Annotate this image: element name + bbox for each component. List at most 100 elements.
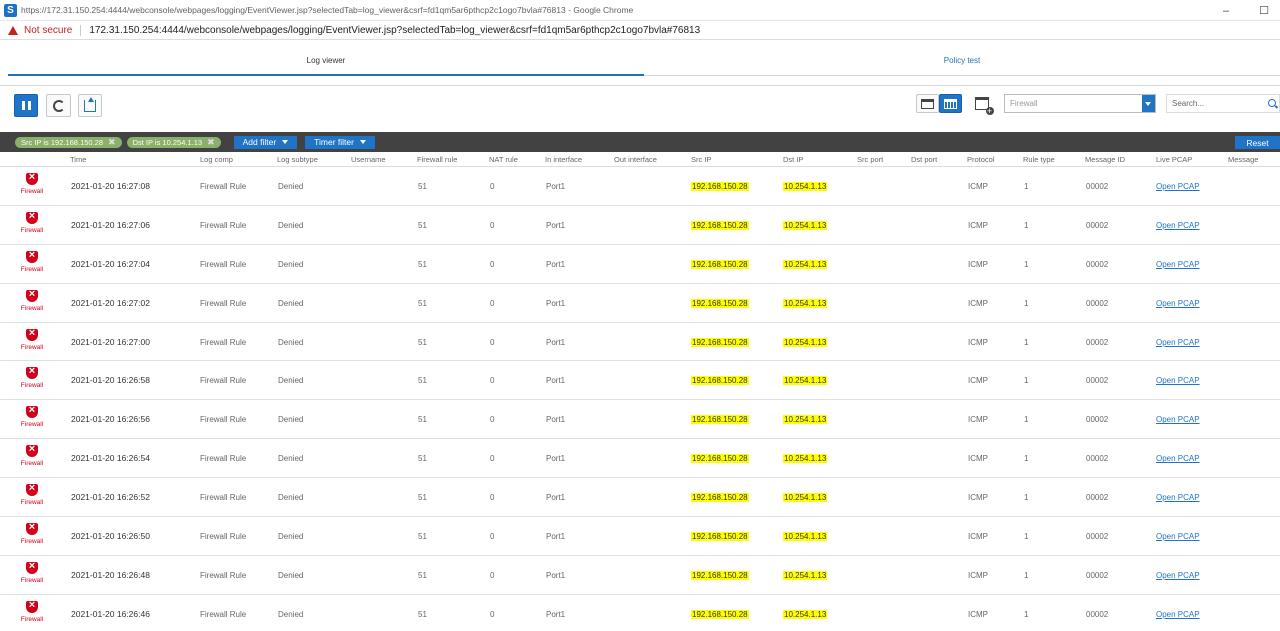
security-label[interactable]: Not secure xyxy=(24,25,72,36)
filter-chip-dst-ip[interactable]: Dst IP is 10.254.1.13 ✖ xyxy=(126,136,221,148)
src-ip-cell: 192.168.150.28 xyxy=(691,415,749,425)
open-pcap-link[interactable]: Open PCAP xyxy=(1156,376,1200,385)
in-interface-cell: Port1 xyxy=(546,182,566,191)
open-pcap-link[interactable]: Open PCAP xyxy=(1156,299,1200,308)
rule-type-cell: 1 xyxy=(1024,259,1029,269)
column-header-dst-port[interactable]: Dst port xyxy=(911,155,937,164)
remove-filter-icon[interactable]: ✖ xyxy=(207,137,215,148)
protocol-cell: ICMP xyxy=(968,532,988,542)
maximize-button[interactable]: ☐ xyxy=(1258,4,1270,17)
tab-policy-test[interactable]: Policy test xyxy=(644,46,1280,76)
open-pcap-link[interactable]: Open PCAP xyxy=(1156,182,1200,191)
column-header-rule-type[interactable]: Rule type xyxy=(1023,155,1055,164)
table-row[interactable]: Firewall 2021-01-20 16:27:04 Firewall Ru… xyxy=(0,245,1280,284)
message-id-cell: 00002 xyxy=(1086,337,1109,347)
column-header-time[interactable]: Time xyxy=(70,155,86,164)
open-pcap-link[interactable]: Open PCAP xyxy=(1156,610,1200,619)
column-header-live-pcap[interactable]: Live PCAP xyxy=(1156,155,1192,164)
firewall-rule-cell: 51 xyxy=(418,570,427,580)
column-settings-button[interactable] xyxy=(970,94,994,115)
pause-icon xyxy=(21,101,31,110)
table-row[interactable]: Firewall 2021-01-20 16:27:02 Firewall Ru… xyxy=(0,284,1280,323)
table-row[interactable]: Firewall 2021-01-20 16:26:46 Firewall Ru… xyxy=(0,595,1280,631)
protocol-cell: ICMP xyxy=(968,220,988,230)
address-bar[interactable]: Not secure 172.31.150.254:4444/webconsol… xyxy=(0,21,1280,40)
column-header-in-interface[interactable]: In interface xyxy=(545,155,582,164)
time-cell: 2021-01-20 16:26:48 xyxy=(71,569,150,580)
dst-ip-cell: 10.254.1.13 xyxy=(783,493,828,503)
table-row[interactable]: Firewall 2021-01-20 16:27:08 Firewall Ru… xyxy=(0,167,1280,206)
column-header-log-subtype[interactable]: Log subtype xyxy=(277,155,318,164)
column-header-username[interactable]: Username xyxy=(351,155,386,164)
src-ip-cell: 192.168.150.28 xyxy=(691,298,749,308)
minimize-button[interactable]: – xyxy=(1220,5,1232,17)
firewall-rule-cell: 51 xyxy=(418,337,427,347)
url-text[interactable]: 172.31.150.254:4444/webconsole/webpages/… xyxy=(89,25,700,36)
search-input[interactable]: Search... xyxy=(1166,94,1280,113)
protocol-cell: ICMP xyxy=(968,454,988,464)
nat-rule-cell: 0 xyxy=(490,532,495,542)
message-id-cell: 00002 xyxy=(1086,259,1109,269)
timer-filter-button[interactable]: Timer filter xyxy=(305,135,375,149)
nat-rule-cell: 0 xyxy=(490,259,495,269)
table-row[interactable]: Firewall 2021-01-20 16:26:52 Firewall Ru… xyxy=(0,478,1280,518)
firewall-rule-cell: 51 xyxy=(418,182,427,191)
table-row[interactable]: Firewall 2021-01-20 16:27:06 Firewall Ru… xyxy=(0,206,1280,245)
tab-log-viewer[interactable]: Log viewer xyxy=(8,46,644,76)
rule-type-cell: 1 xyxy=(1024,415,1029,425)
refresh-button[interactable] xyxy=(46,94,71,117)
open-pcap-link[interactable]: Open PCAP xyxy=(1156,454,1200,463)
rule-type-cell: 1 xyxy=(1024,493,1029,503)
pause-button[interactable] xyxy=(14,94,38,117)
address-divider xyxy=(80,24,82,36)
filter-chip-src-ip[interactable]: Src IP is 192.168.150.28 ✖ xyxy=(15,136,122,148)
export-button[interactable] xyxy=(78,94,102,117)
log-comp-cell: Firewall Rule xyxy=(200,298,247,308)
open-pcap-link[interactable]: Open PCAP xyxy=(1156,415,1200,424)
table-row[interactable]: Firewall 2021-01-20 16:26:56 Firewall Ru… xyxy=(0,400,1280,440)
firewall-rule-cell: 51 xyxy=(418,259,427,269)
column-header-src-port[interactable]: Src port xyxy=(857,155,883,164)
table-row[interactable]: Firewall 2021-01-20 16:26:54 Firewall Ru… xyxy=(0,439,1280,479)
firewall-shield-icon xyxy=(26,365,38,380)
column-header-src-ip[interactable]: Src IP xyxy=(691,155,711,164)
open-pcap-link[interactable]: Open PCAP xyxy=(1156,493,1200,502)
column-header-message-id[interactable]: Message ID xyxy=(1085,155,1125,164)
firewall-module-cell: Firewall xyxy=(19,249,45,273)
open-pcap-link[interactable]: Open PCAP xyxy=(1156,221,1200,230)
remove-filter-icon[interactable]: ✖ xyxy=(108,137,116,148)
column-header-nat-rule[interactable]: NAT rule xyxy=(489,155,518,164)
firewall-rule-cell: 51 xyxy=(418,376,427,386)
column-header-log-comp[interactable]: Log comp xyxy=(200,155,233,164)
table-row[interactable]: Firewall 2021-01-20 16:27:00 Firewall Ru… xyxy=(0,323,1280,362)
reset-button[interactable]: Reset xyxy=(1235,136,1280,149)
open-pcap-link[interactable]: Open PCAP xyxy=(1156,338,1200,347)
grid-view-button[interactable] xyxy=(939,94,962,113)
open-pcap-link[interactable]: Open PCAP xyxy=(1156,260,1200,269)
column-header-firewall-rule[interactable]: Firewall rule xyxy=(417,155,457,164)
firewall-module-cell: Firewall xyxy=(19,482,45,506)
table-row[interactable]: Firewall 2021-01-20 16:26:58 Firewall Ru… xyxy=(0,361,1280,401)
table-row[interactable]: Firewall 2021-01-20 16:26:50 Firewall Ru… xyxy=(0,517,1280,556)
firewall-shield-icon xyxy=(26,210,38,224)
add-filter-button[interactable]: Add filter xyxy=(233,135,298,149)
column-header-dst-ip[interactable]: Dst IP xyxy=(783,155,803,164)
table-row[interactable]: Firewall 2021-01-20 16:26:48 Firewall Ru… xyxy=(0,556,1280,595)
search-icon[interactable] xyxy=(1268,99,1276,107)
column-header-message[interactable]: Message xyxy=(1228,155,1258,164)
module-select[interactable]: Firewall xyxy=(1004,94,1156,113)
search-placeholder: Search... xyxy=(1172,99,1205,108)
chevron-down-icon[interactable] xyxy=(1142,95,1155,112)
dst-ip-cell: 10.254.1.13 xyxy=(783,220,828,230)
open-pcap-link[interactable]: Open PCAP xyxy=(1156,571,1200,580)
column-header-protocol[interactable]: Protocol xyxy=(967,155,995,164)
detail-view-button[interactable] xyxy=(916,94,939,113)
warning-icon[interactable] xyxy=(8,25,18,35)
nat-rule-cell: 0 xyxy=(490,570,495,580)
protocol-cell: ICMP xyxy=(968,298,988,308)
firewall-module-cell: Firewall xyxy=(19,443,45,467)
src-ip-cell: 192.168.150.28 xyxy=(691,493,749,503)
open-pcap-link[interactable]: Open PCAP xyxy=(1156,532,1200,541)
column-header-out-interface[interactable]: Out interface xyxy=(614,155,657,164)
message-id-cell: 00002 xyxy=(1086,493,1109,503)
